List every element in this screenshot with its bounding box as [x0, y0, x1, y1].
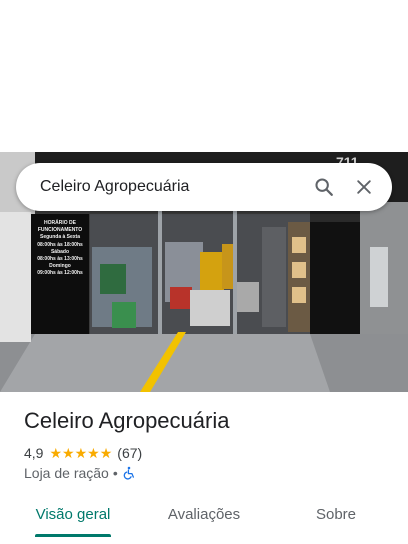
tab-label: Avaliações	[167, 505, 241, 523]
category-row: Loja de ração •	[24, 465, 136, 481]
tab-about[interactable]: Sobre	[302, 496, 370, 532]
sign-line: Segunda à Sexta	[39, 234, 80, 241]
search-query[interactable]: Celeiro Agropecuária	[40, 178, 304, 196]
wheelchair-icon	[122, 466, 136, 480]
star-icon: ★	[99, 445, 113, 461]
sign-line: HORÁRIO DE	[44, 220, 76, 226]
tab-label: Sobre	[315, 505, 357, 523]
hours-sign: HORÁRIO DE FUNCIONAMENTO Segunda à Sexta…	[31, 220, 89, 278]
map-blank-area	[0, 0, 408, 152]
tab-reviews[interactable]: Avaliações	[158, 496, 250, 532]
separator: •	[112, 465, 118, 481]
sign-line: Sábado	[50, 248, 70, 255]
rating-row[interactable]: 4,9 ★ ★ ★ ★ ★ (67)	[24, 444, 142, 462]
search-icon[interactable]	[304, 167, 344, 207]
star-icon: ★	[74, 445, 88, 461]
close-icon[interactable]	[344, 167, 384, 207]
rating-value: 4,9	[24, 445, 44, 461]
search-bar[interactable]: Celeiro Agropecuária	[16, 163, 392, 211]
review-count[interactable]: (67)	[117, 445, 142, 461]
star-icon: ★	[87, 445, 100, 461]
place-tabs: Visão geral Avaliações Sobre	[0, 496, 408, 544]
active-tab-indicator	[35, 534, 111, 537]
place-name: Celeiro Agropecuária	[24, 408, 230, 433]
tab-overview[interactable]: Visão geral	[26, 496, 120, 532]
star-icon: ★	[62, 445, 75, 461]
star-rating: ★ ★ ★ ★ ★	[49, 446, 112, 460]
sign-line: 08:00hs às 13:00hs	[37, 256, 83, 263]
sign-line: FUNCIONAMENTO	[37, 227, 83, 234]
place-category[interactable]: Loja de ração	[24, 465, 109, 481]
sign-line: Domingo	[49, 263, 71, 270]
sign-line: 09:00hs às 12:00hs	[37, 270, 83, 277]
tab-label: Visão geral	[35, 505, 111, 523]
star-icon: ★	[49, 445, 63, 461]
sign-line: 08:00hs às 18:00hs	[37, 241, 83, 248]
